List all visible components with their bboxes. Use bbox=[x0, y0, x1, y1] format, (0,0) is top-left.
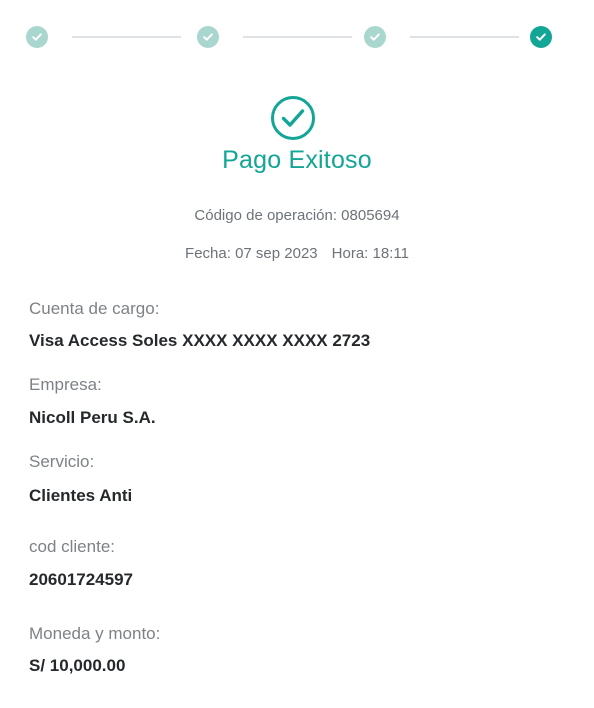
step-connector bbox=[243, 36, 352, 38]
payment-success-title: Pago Exitoso bbox=[222, 146, 372, 174]
account-label: Cuenta de cargo: bbox=[29, 299, 160, 318]
check-circle-icon bbox=[270, 95, 316, 141]
company-value: Nicoll Peru S.A. bbox=[29, 408, 156, 427]
step-1-check-icon bbox=[26, 26, 48, 48]
step-3-check-icon bbox=[364, 26, 386, 48]
payment-date: Fecha: 07 sep 2023 bbox=[185, 245, 318, 262]
payment-time: Hora: 18:11 bbox=[331, 245, 409, 262]
progress-stepper bbox=[0, 0, 594, 80]
client-code-label: cod cliente: bbox=[29, 537, 115, 556]
step-4-check-icon bbox=[530, 26, 552, 48]
operation-code: Código de operación: 0805694 bbox=[194, 207, 400, 224]
step-connector bbox=[410, 36, 519, 38]
account-value: Visa Access Soles XXXX XXXX XXXX 2723 bbox=[29, 331, 371, 350]
company-label: Empresa: bbox=[29, 375, 102, 394]
step-2-check-icon bbox=[197, 26, 219, 48]
client-code-value: 20601724597 bbox=[29, 570, 134, 589]
service-label: Servicio: bbox=[29, 452, 95, 471]
amount-value: S/ 10,000.00 bbox=[29, 656, 126, 675]
payment-datetime: Fecha: 07 sep 2023 Hora: 18:11 bbox=[0, 245, 594, 262]
service-value: Clientes Anti bbox=[29, 486, 133, 505]
amount-label: Moneda y monto: bbox=[29, 624, 161, 643]
step-connector bbox=[72, 36, 181, 38]
